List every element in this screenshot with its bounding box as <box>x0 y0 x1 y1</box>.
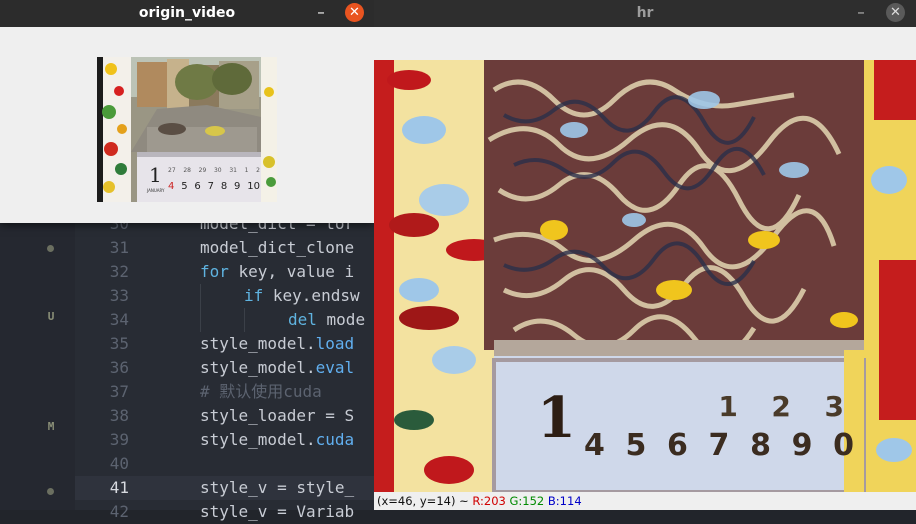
code-line[interactable]: style_v = Variab <box>200 500 354 524</box>
line-number: 42 <box>109 502 129 521</box>
keyword: del <box>288 310 317 329</box>
hr-window-titlebar[interactable]: hr – ✕ <box>374 0 916 27</box>
code-line[interactable]: del mode <box>288 308 365 332</box>
code-text: mode <box>316 310 366 329</box>
code-line[interactable]: # 默认使用cuda <box>200 380 322 404</box>
hr-window-toolbar <box>374 27 916 61</box>
line-number: 34 <box>109 310 129 329</box>
line-number-current: 41 <box>109 478 129 497</box>
code-line[interactable]: style_loader = S <box>200 404 354 428</box>
origin-video-frame: 1 JANUARY 27 28 29 30 31 1 2 4 5 6 7 8 9… <box>97 57 277 202</box>
calendar-day: 5 <box>625 428 647 463</box>
calendar-day: 28 <box>183 167 191 174</box>
calendar-row: 27 28 29 30 31 1 2 <box>168 167 260 174</box>
close-button[interactable]: ✕ <box>886 3 905 22</box>
keyword: if <box>244 286 264 305</box>
git-modified-mark: M <box>47 420 55 433</box>
code-text: style_model. <box>200 430 316 449</box>
line-number: 39 <box>109 430 129 449</box>
calendar-day: 1 <box>718 390 738 423</box>
line-number: 38 <box>109 406 129 425</box>
code-line[interactable]: style_model.eval <box>200 356 354 380</box>
keyword: for <box>200 262 229 281</box>
code-line-current[interactable]: style_v = style_ <box>200 476 354 500</box>
code-text: style_model. <box>200 358 316 377</box>
hr-window[interactable]: hr – ✕ 1 1 2 3 4 5 6 7 8 9 0 (x=46, y=14… <box>374 0 916 510</box>
line-number: 37 <box>109 382 129 401</box>
calendar-row: 4 5 6 7 8 9 10 <box>168 181 260 192</box>
calendar-day: 7 <box>708 428 730 463</box>
code-line[interactable]: style_model.cuda <box>200 428 354 452</box>
line-number: 40 <box>109 454 129 473</box>
red-value: R:203 <box>472 494 506 508</box>
calendar-day: 8 <box>750 428 771 463</box>
origin-window-titlebar[interactable]: origin_video – ✕ <box>0 0 374 27</box>
calendar-day: 30 <box>213 167 222 174</box>
calendar-day: 4 <box>168 181 175 192</box>
method-name: cuda <box>315 430 355 449</box>
calendar-day: 31 <box>229 167 237 174</box>
calendar-day: 4 <box>584 428 605 463</box>
code-text: key, value i <box>228 262 355 281</box>
line-number: 32 <box>109 262 129 281</box>
calendar-day: 1 <box>244 167 249 174</box>
calendar-row: 4 5 6 7 8 9 0 <box>584 428 854 463</box>
code-line[interactable]: style_model.load <box>200 332 354 356</box>
calendar-day: 3 <box>824 390 844 423</box>
minimize-button[interactable]: – <box>311 4 331 22</box>
blue-value: B:114 <box>547 494 582 508</box>
calendar-day: 10 <box>247 181 260 192</box>
calendar-day: 29 <box>198 167 207 174</box>
git-modified-dot <box>47 488 54 495</box>
calendar-month-number: 1 <box>149 163 162 187</box>
calendar-month-name: JANUARY <box>147 188 165 193</box>
calendar-day: 0 <box>833 428 854 463</box>
calendar-day: 8 <box>220 181 228 192</box>
origin-video-window[interactable]: origin_video – ✕ 1 JANUARY 27 28 29 30 3… <box>0 0 374 223</box>
green-value: G:152 <box>509 494 545 508</box>
calendar-day: 7 <box>207 181 214 192</box>
minimize-button[interactable]: – <box>851 4 871 22</box>
line-number: 31 <box>109 238 129 257</box>
close-button[interactable]: ✕ <box>345 3 364 22</box>
line-number: 36 <box>109 358 129 377</box>
calendar-day: 5 <box>181 181 188 192</box>
calendar-day: 9 <box>234 181 241 192</box>
git-untracked-mark: U <box>47 310 55 323</box>
calendar-day: 6 <box>194 181 201 192</box>
cursor-coordinates: (x=46, y=14) ~ <box>377 494 473 508</box>
code-line[interactable]: if key.endsw <box>244 284 360 308</box>
calendar-day: 9 <box>791 428 813 463</box>
git-modified-dot <box>47 245 54 252</box>
method-name: eval <box>315 358 355 377</box>
indent-guide <box>200 284 201 332</box>
line-number: 35 <box>109 334 129 353</box>
stylized-video-frame[interactable]: 1 1 2 3 4 5 6 7 8 9 0 <box>374 60 916 492</box>
code-text: style_model. <box>200 334 316 353</box>
line-number: 33 <box>109 286 129 305</box>
code-comment: # 默认使用cuda <box>200 382 322 401</box>
calendar-day: 27 <box>168 167 176 174</box>
calendar-row: 1 2 3 <box>584 390 844 423</box>
calendar-day: 6 <box>667 428 688 463</box>
window-title: hr <box>636 5 654 21</box>
pixel-info-status-bar: (x=46, y=14) ~ R:203 G:152 B:114 <box>374 492 916 510</box>
calendar-day: 2 <box>256 167 260 174</box>
method-name: load <box>315 334 355 353</box>
code-line[interactable]: for key, value i <box>200 260 354 284</box>
code-line[interactable]: model_dict_clone <box>200 236 354 260</box>
indent-guide <box>244 308 245 332</box>
code-text: key.endsw <box>263 286 360 305</box>
calendar-day: 2 <box>771 390 791 423</box>
calendar-month-number: 1 <box>537 385 576 451</box>
